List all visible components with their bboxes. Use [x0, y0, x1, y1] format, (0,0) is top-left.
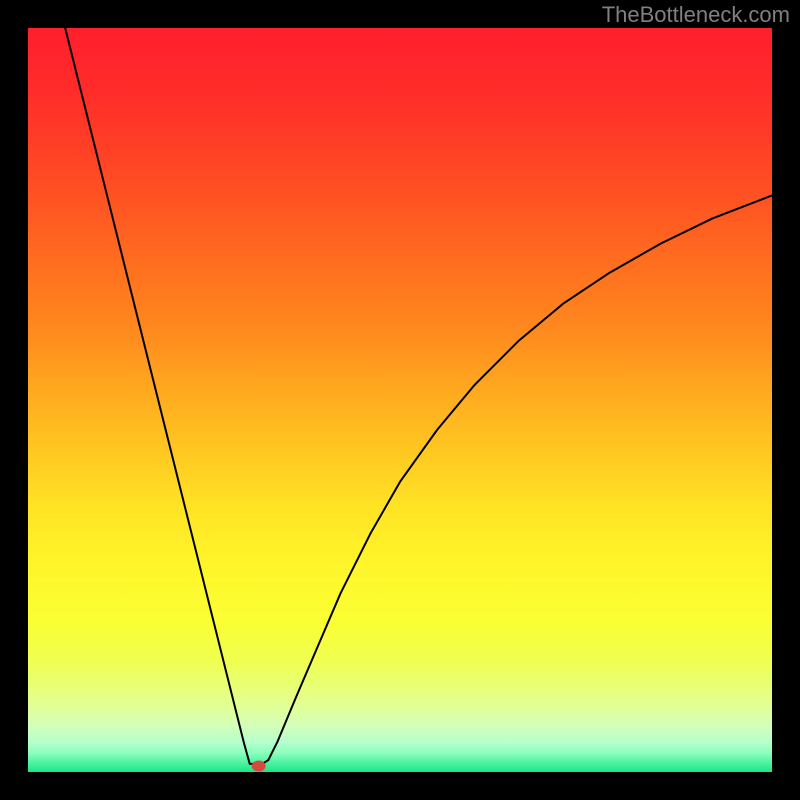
- plot-area: [28, 28, 772, 772]
- optimum-marker: [252, 761, 266, 772]
- watermark-text: TheBottleneck.com: [602, 2, 790, 28]
- gradient-background: [28, 28, 772, 772]
- chart-outer-frame: TheBottleneck.com: [0, 0, 800, 800]
- chart-svg: [28, 28, 772, 772]
